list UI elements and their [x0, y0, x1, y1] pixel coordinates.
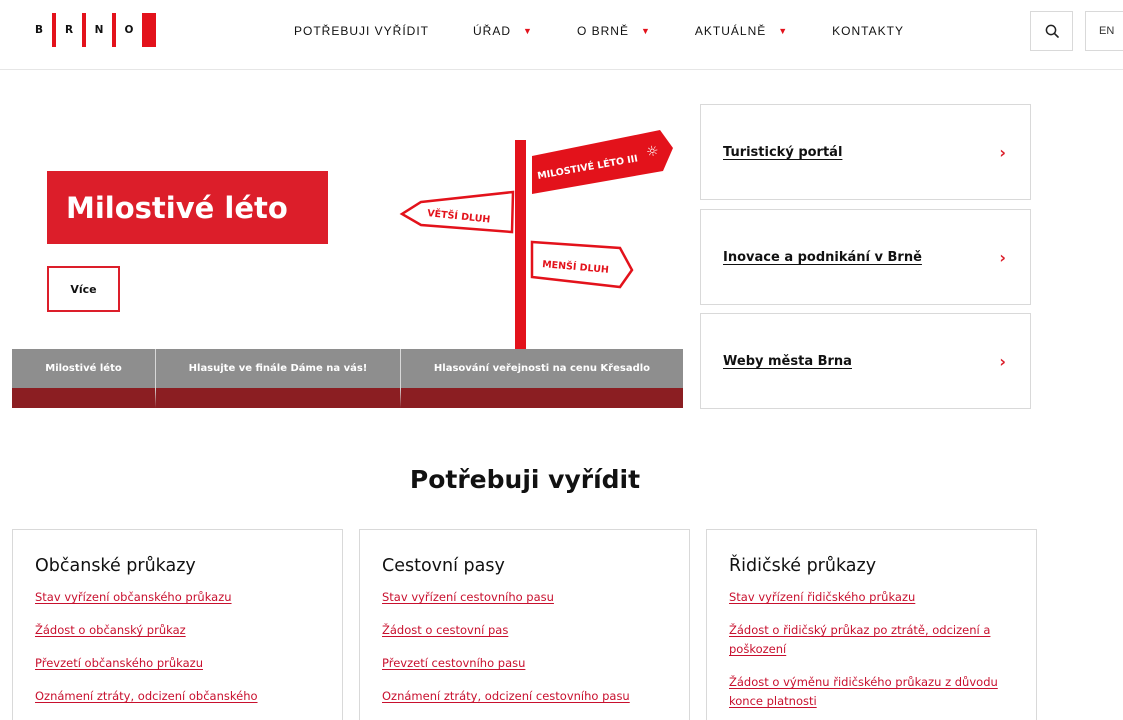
hero-tab-label: Milostivé léto: [45, 363, 122, 374]
card-link[interactable]: Stav vyřízení občanského průkazu: [35, 590, 232, 604]
card-title: Občanské průkazy: [35, 556, 196, 576]
hero-tab-label: Hlasování veřejnosti na cenu Křesadlo: [433, 363, 651, 374]
hero-tab[interactable]: Milostivé léto: [12, 349, 156, 408]
card-link[interactable]: Žádost o cestovní pas: [382, 623, 508, 637]
card-link[interactable]: Stav vyřízení řidičského průkazu: [729, 590, 915, 604]
hero-tab-label: Hlasujte ve finále Dáme na vás!: [188, 363, 368, 374]
list-item: Stav vyřízení cestovního pasu: [382, 587, 672, 606]
hero-title: Milostivé léto: [47, 171, 328, 244]
list-item: Stav vyřízení řidičského průkazu: [729, 587, 1019, 606]
language-switch[interactable]: EN: [1085, 11, 1123, 51]
chevron-right-icon: ›: [999, 247, 1006, 267]
nav-item-o-brne[interactable]: O BRNĚ ▼: [577, 24, 651, 38]
nav-item-urad[interactable]: ÚŘAD ▼: [473, 24, 533, 38]
card-link[interactable]: Oznámení ztráty, odcizení cestovního pas…: [382, 689, 630, 703]
nav-item-label: ÚŘAD: [473, 24, 512, 38]
brno-logo[interactable]: B R N O: [26, 13, 156, 47]
main-nav: POTŘEBUJI VYŘÍDIT ÚŘAD ▼ O BRNĚ ▼ AKTUÁLNĚ…: [294, 0, 948, 62]
quick-link-label: Turistický portál: [723, 144, 843, 160]
chevron-right-icon: ›: [999, 351, 1006, 371]
card-link[interactable]: Převzetí občanského průkazu: [35, 656, 203, 670]
nav-item-label: AKTUÁLNĚ: [694, 24, 767, 38]
nav-item-label: POTŘEBUJI VYŘÍDIT: [294, 24, 430, 38]
list-item: Stav vyřízení občanského průkazu: [35, 587, 325, 606]
card-link[interactable]: Oznámení ztráty, odcizení občanského: [35, 689, 258, 703]
logo-letter-n: N: [94, 24, 104, 36]
list-item: Žádost o výměnu řidičského průkazu z dův…: [729, 672, 1019, 710]
caret-down-icon: ▼: [778, 26, 789, 36]
hero-more-button[interactable]: Více: [47, 266, 120, 312]
list-item: Oznámení ztráty, odcizení cestovního pas…: [382, 686, 672, 705]
card-link-list: Stav vyřízení cestovního pasu Žádost o c…: [382, 587, 689, 705]
hero-tab[interactable]: Hlasování veřejnosti na cenu Křesadlo: [401, 349, 683, 408]
logo-bar: [142, 13, 156, 47]
list-item: Žádost o cestovní pas: [382, 620, 672, 639]
hero-tabs: Milostivé léto Hlasujte ve finále Dáme n…: [12, 349, 683, 408]
search-icon: [1045, 24, 1059, 38]
card-link-list: Stav vyřízení řidičského průkazu Žádost …: [729, 587, 1036, 710]
service-card-ridicske-prukazy: Řidičské průkazy Stav vyřízení řidičskéh…: [706, 529, 1037, 720]
search-button[interactable]: [1030, 11, 1073, 51]
quick-link-inovace[interactable]: Inovace a podnikání v Brně ›: [700, 209, 1031, 305]
card-link[interactable]: Žádost o řidičský průkaz po ztrátě, odci…: [729, 623, 990, 656]
nav-item-label: O BRNĚ: [576, 24, 629, 38]
list-item: Převzetí cestovního pasu: [382, 653, 672, 672]
logo-letter-o: O: [124, 24, 134, 36]
quick-link-turisticky-portal[interactable]: Turistický portál ›: [700, 104, 1031, 200]
nav-item-kontakty[interactable]: KONTAKTY: [832, 24, 904, 38]
card-title: Řidičské průkazy: [729, 556, 877, 576]
section-title: Potřebuji vyřídit: [409, 465, 641, 494]
service-card-cestovni-pasy: Cestovní pasy Stav vyřízení cestovního p…: [359, 529, 690, 720]
list-item: Převzetí občanského průkazu: [35, 653, 325, 672]
list-item: Oznámení ztráty, odcizení občanského: [35, 686, 325, 705]
card-title: Cestovní pasy: [382, 556, 505, 576]
hero-banner: MILOSTIVÉ LÉTO III ☼ VĚTŠÍ DLUH MENŠÍ DL…: [12, 92, 683, 408]
site-header: B R N O POTŘEBUJI VYŘÍDIT ÚŘAD ▼ O BRNĚ ▼ …: [0, 0, 1123, 70]
quick-link-label: Weby města Brna: [723, 353, 852, 369]
logo-letter-b: B: [34, 24, 43, 36]
chevron-right-icon: ›: [999, 142, 1006, 162]
quick-link-label: Inovace a podnikání v Brně: [723, 249, 922, 265]
card-link[interactable]: Žádost o občanský průkaz: [35, 623, 186, 637]
caret-down-icon: ▼: [523, 26, 533, 36]
card-link[interactable]: Stav vyřízení cestovního pasu: [382, 590, 554, 604]
hero-tab[interactable]: Hlasujte ve finále Dáme na vás!: [156, 349, 401, 408]
list-item: Žádost o občanský průkaz: [35, 620, 325, 639]
card-link[interactable]: Žádost o výměnu řidičského průkazu z dův…: [729, 675, 998, 708]
nav-item-potrebuji-vyridit[interactable]: POTŘEBUJI VYŘÍDIT: [294, 24, 429, 38]
nav-item-label: KONTAKTY: [832, 24, 904, 38]
quick-link-weby-mesta[interactable]: Weby města Brna ›: [700, 313, 1031, 409]
caret-down-icon: ▼: [640, 26, 651, 36]
logo-letter-r: R: [64, 24, 74, 36]
service-card-obcanske-prukazy: Občanské průkazy Stav vyřízení občanskéh…: [12, 529, 343, 720]
card-link[interactable]: Převzetí cestovního pasu: [382, 656, 525, 670]
card-link-list: Stav vyřízení občanského průkazu Žádost …: [35, 587, 342, 705]
nav-item-aktualne[interactable]: AKTUÁLNĚ ▼: [695, 24, 788, 38]
list-item: Žádost o řidičský průkaz po ztrátě, odci…: [729, 620, 1019, 658]
